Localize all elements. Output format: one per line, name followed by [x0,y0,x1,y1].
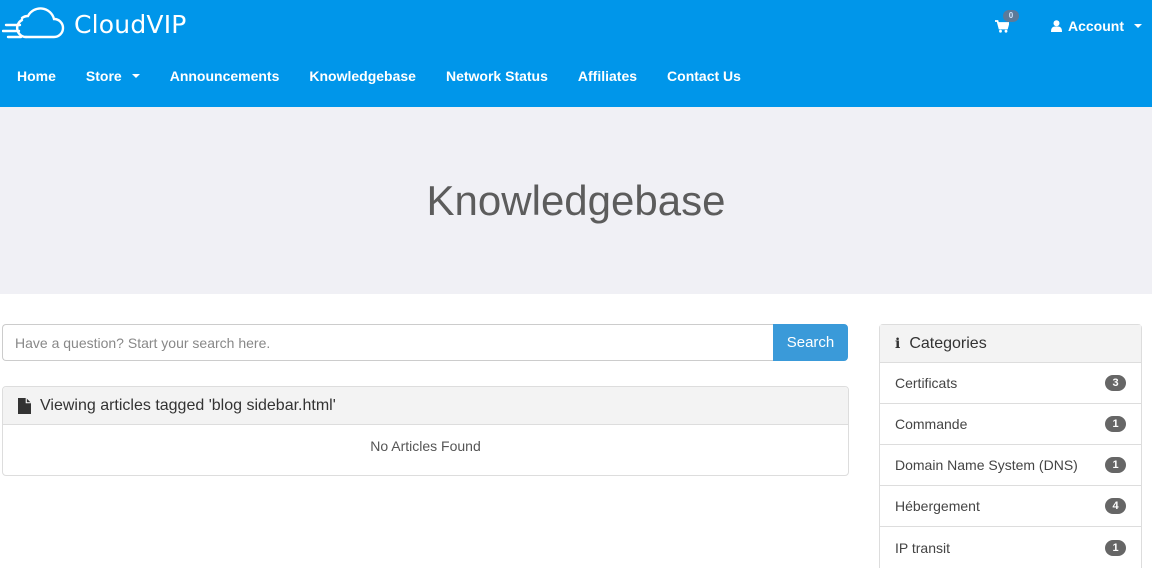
category-label: Domain Name System (DNS) [895,457,1078,473]
nav-knowledgebase[interactable]: Knowledgebase [294,62,431,90]
nav-store[interactable]: Store [71,62,155,90]
category-count-badge: 4 [1105,498,1126,514]
category-item[interactable]: IP transit 1 [880,527,1141,568]
categories-header: i Categories [880,325,1141,363]
category-item[interactable]: Certificats 3 [880,363,1141,404]
articles-panel: Viewing articles tagged 'blog sidebar.ht… [2,386,849,476]
brand-name: CloudVIP [74,9,187,39]
page-banner: Knowledgebase [0,107,1152,294]
nav-label: Store [85,68,122,84]
category-count-badge: 1 [1105,416,1126,432]
chevron-down-icon [131,74,140,78]
file-icon [18,397,31,414]
categories-sidebar: i Categories Certificats 3 Commande 1 Do… [879,324,1142,568]
nav-label: Announcements [169,68,280,84]
categories-title: Categories [909,334,987,352]
articles-panel-header: Viewing articles tagged 'blog sidebar.ht… [3,387,848,425]
category-label: IP transit [895,539,950,556]
empty-message: No Articles Found [370,438,481,454]
category-label: Certificats [895,375,958,391]
site-header: CloudVIP 0 Account Home Store Announceme… [0,0,1152,107]
page-title: Knowledgebase [426,176,726,224]
cart-button[interactable]: 0 [995,10,1019,38]
shopping-cart-icon [995,20,1009,33]
articles-panel-body: No Articles Found [3,425,848,475]
nav-announcements[interactable]: Announcements [155,62,295,90]
category-item[interactable]: Domain Name System (DNS) 1 [880,445,1141,486]
nav-label: Home [17,68,56,84]
main-nav: Home Store Announcements Knowledgebase N… [2,62,756,90]
logo[interactable]: CloudVIP [2,6,187,42]
nav-label: Network Status [445,68,548,84]
nav-network-status[interactable]: Network Status [431,62,563,90]
chevron-down-icon [1134,24,1142,28]
account-label: Account [1068,18,1124,34]
nav-affiliates[interactable]: Affiliates [563,62,652,90]
kb-search-input[interactable] [2,324,773,361]
user-icon [1051,20,1062,32]
nav-label: Knowledgebase [309,68,416,84]
articles-panel-title: Viewing articles tagged 'blog sidebar.ht… [40,396,336,414]
category-label: Commande [895,416,968,432]
nav-contact-us[interactable]: Contact Us [652,62,756,90]
category-item[interactable]: Commande 1 [880,404,1141,445]
info-icon: i [895,335,901,352]
category-count-badge: 3 [1105,375,1126,391]
category-count-badge: 1 [1105,457,1126,473]
cloud-logo-icon [2,7,65,39]
category-count-badge: 1 [1105,539,1126,556]
category-label: Hébergement [895,498,980,514]
nav-label: Contact Us [667,68,741,84]
category-item[interactable]: Hébergement 4 [880,486,1141,527]
nav-home[interactable]: Home [2,62,71,90]
account-menu[interactable]: Account [1051,18,1142,34]
kb-search-form: Search [2,324,848,361]
search-button[interactable]: Search [773,324,848,361]
nav-label: Affiliates [577,68,638,84]
cart-count-badge: 0 [1003,10,1019,22]
